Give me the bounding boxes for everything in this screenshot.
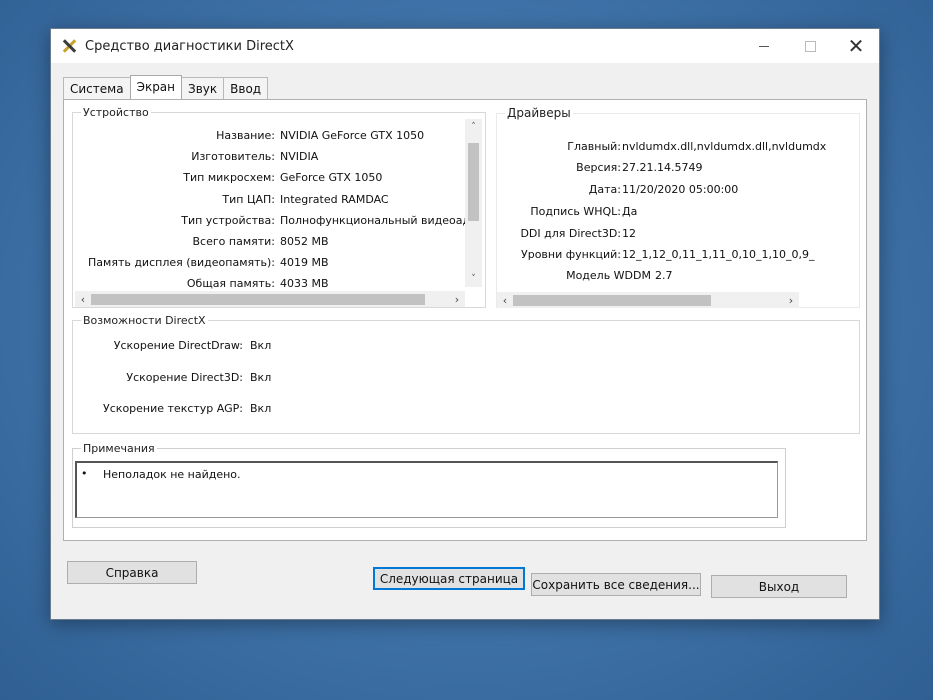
device-group: Устройство Название: NVIDIA GeForce GTX … <box>72 106 486 308</box>
device-row: Изготовитель: NVIDIA <box>73 150 468 170</box>
device-row: Тип микросхем: GeForce GTX 1050 <box>73 171 468 191</box>
directx-features-title: Возможности DirectX <box>83 314 206 327</box>
device-row-label: Название: <box>216 129 275 142</box>
driver-row-value[interactable]: 2.7 <box>655 269 673 282</box>
driver-row: DDI для Direct3D: 12 <box>497 227 847 247</box>
driver-row-label: Главный: <box>567 140 621 153</box>
notes-group-title: Примечания <box>83 442 155 455</box>
driver-row: Дата: 11/20/2020 05:00:00 <box>497 183 847 203</box>
device-row-label: Тип ЦАП: <box>222 193 275 206</box>
drivers-group: Драйверы Главный: nvldumdx.dll,nvldumdx.… <box>496 106 860 308</box>
device-row-value[interactable]: GeForce GTX 1050 <box>280 171 382 184</box>
driver-row: Модель WDDM 2.7 <box>497 269 847 289</box>
device-row: Тип устройства: Полнофункциональный виде… <box>73 214 468 234</box>
scroll-left-icon[interactable]: ‹ <box>75 291 91 307</box>
scroll-thumb[interactable] <box>91 294 425 305</box>
notes-group: Примечания • Неполадок не найдено. <box>72 442 786 528</box>
note-bullet: • <box>81 467 88 480</box>
maximize-button[interactable] <box>787 29 833 63</box>
drivers-horizontal-scrollbar[interactable]: ‹ › <box>497 292 799 308</box>
device-row-label: Тип устройства: <box>181 214 275 227</box>
feature-row-value: Вкл <box>250 402 272 415</box>
driver-row-value[interactable]: 27.21.14.5749 <box>622 161 702 174</box>
tab-sound[interactable]: Звук <box>181 77 225 99</box>
device-row-label: Память дисплея (видеопамять): <box>88 256 275 269</box>
driver-row: Версия: 27.21.14.5749 <box>497 161 847 181</box>
feature-row-value: Вкл <box>250 339 272 352</box>
close-icon: ✕ <box>847 34 865 58</box>
tab-display[interactable]: Экран <box>129 75 183 100</box>
device-row-label: Изготовитель: <box>191 150 275 163</box>
scroll-right-icon[interactable]: › <box>783 292 799 308</box>
feature-row: Ускорение DirectDraw: Вкл <box>73 339 373 359</box>
driver-row: Подпись WHQL: Да <box>497 205 847 225</box>
minimize-button[interactable] <box>741 29 787 63</box>
device-row: Память дисплея (видеопамять): 4019 MB <box>73 256 468 276</box>
next-page-button[interactable]: Следующая страница <box>373 567 525 590</box>
tab-input[interactable]: Ввод <box>223 77 269 99</box>
scroll-down-icon[interactable]: ˅ <box>465 271 482 287</box>
help-button[interactable]: Справка <box>67 561 197 584</box>
tab-system[interactable]: Система <box>63 77 131 99</box>
driver-row-value[interactable]: nvldumdx.dll,nvldumdx.dll,nvldumdx.d <box>622 140 827 153</box>
display-tab-panel: Устройство Название: NVIDIA GeForce GTX … <box>63 99 867 541</box>
driver-info-list: Главный: nvldumdx.dll,nvldumdx.dll,nvldu… <box>497 140 847 290</box>
directx-app-icon <box>61 38 77 54</box>
feature-row: Ускорение текстур AGP: Вкл <box>73 402 373 422</box>
driver-row-label: Модель WDDM <box>566 269 651 282</box>
driver-row-value[interactable]: 11/20/2020 05:00:00 <box>622 183 738 196</box>
tab-strip: Система Экран Звук Ввод <box>63 75 269 100</box>
device-row: Название: NVIDIA GeForce GTX 1050 <box>73 129 468 149</box>
feature-row-label: Ускорение DirectDraw: <box>113 339 243 352</box>
feature-row: Ускорение Direct3D: Вкл <box>73 371 373 391</box>
driver-row-value[interactable]: 12 <box>622 227 636 240</box>
device-row-label: Тип микросхем: <box>183 171 275 184</box>
feature-row-label: Ускорение Direct3D: <box>126 371 243 384</box>
driver-row: Главный: nvldumdx.dll,nvldumdx.dll,nvldu… <box>497 140 847 160</box>
device-row-value[interactable]: 8052 MB <box>280 235 329 248</box>
device-row-value[interactable]: 4033 MB <box>280 277 329 290</box>
device-row-value[interactable]: NVIDIA GeForce GTX 1050 <box>280 129 424 142</box>
save-all-info-button[interactable]: Сохранить все сведения... <box>531 573 701 596</box>
drivers-group-title: Драйверы <box>507 106 571 120</box>
driver-row-value[interactable]: Да <box>622 205 637 218</box>
device-row-label: Общая память: <box>186 277 275 290</box>
device-row-label: Всего памяти: <box>192 235 275 248</box>
scroll-right-icon[interactable]: › <box>449 291 465 307</box>
directx-diagnostic-window: Средство диагностики DirectX ✕ Система Э… <box>50 28 880 620</box>
device-group-title: Устройство <box>83 106 149 119</box>
exit-button[interactable]: Выход <box>711 575 847 598</box>
driver-row-label: Версия: <box>576 161 621 174</box>
driver-row: Уровни функций: 12_1,12_0,11_1,11_0,10_1… <box>497 248 847 268</box>
title-bar[interactable]: Средство диагностики DirectX ✕ <box>51 29 879 63</box>
device-vertical-scrollbar[interactable]: ˄ ˅ <box>465 119 482 287</box>
driver-row-label: DDI для Direct3D: <box>520 227 621 240</box>
device-row: Тип ЦАП: Integrated RAMDAC <box>73 193 468 213</box>
close-button[interactable]: ✕ <box>833 29 879 63</box>
driver-row-value[interactable]: 12_1,12_0,11_1,11_0,10_1,10_0,9_ <box>622 248 832 261</box>
window-title: Средство диагностики DirectX <box>85 38 294 54</box>
device-row-value[interactable]: Полнофункциональный видеоадап <box>280 214 468 227</box>
directx-feature-list: Ускорение DirectDraw: Вкл Ускорение Dire… <box>73 339 373 429</box>
device-info-list: Название: NVIDIA GeForce GTX 1050 Изгото… <box>73 129 468 299</box>
device-row: Всего памяти: 8052 MB <box>73 235 468 255</box>
note-text: Неполадок не найдено. <box>103 468 241 481</box>
feature-row-value: Вкл <box>250 371 272 384</box>
scroll-left-icon[interactable]: ‹ <box>497 292 513 308</box>
directx-features-group: Возможности DirectX Ускорение DirectDraw… <box>72 314 860 434</box>
device-horizontal-scrollbar[interactable]: ‹ › <box>75 291 465 307</box>
driver-row-label: Подпись WHQL: <box>530 205 621 218</box>
device-row-value[interactable]: 4019 MB <box>280 256 329 269</box>
scroll-up-icon[interactable]: ˄ <box>465 119 482 135</box>
feature-row-label: Ускорение текстур AGP: <box>103 402 243 415</box>
notes-textbox[interactable]: • Неполадок не найдено. <box>75 461 778 518</box>
scroll-thumb[interactable] <box>513 295 711 306</box>
device-row-value[interactable]: Integrated RAMDAC <box>280 193 389 206</box>
window-controls: ✕ <box>741 29 879 63</box>
device-row-value[interactable]: NVIDIA <box>280 150 318 163</box>
scroll-thumb[interactable] <box>468 143 479 221</box>
driver-row-label: Дата: <box>588 183 621 196</box>
driver-row-label: Уровни функций: <box>521 248 621 261</box>
